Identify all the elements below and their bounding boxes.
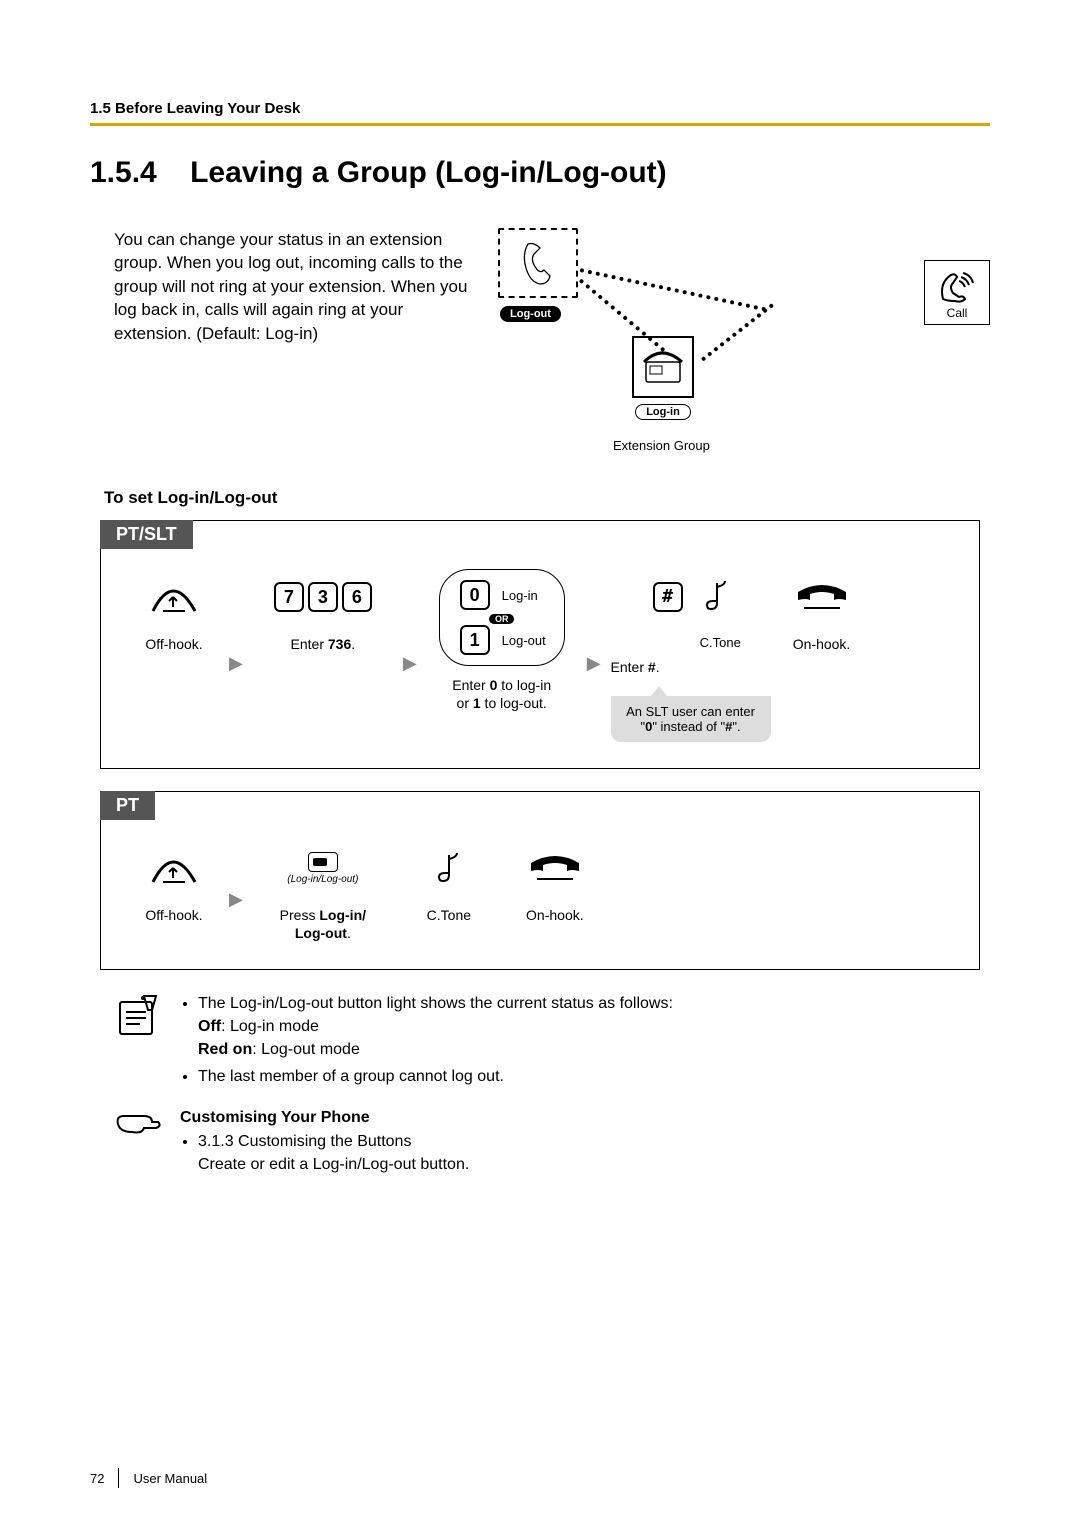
customise-block: Customising Your Phone 3.1.3 Customising…	[114, 1106, 990, 1180]
key-hash: #	[653, 582, 683, 612]
arrow-icon: ▶	[225, 889, 247, 910]
page-footer: 72 User Manual	[90, 1468, 207, 1488]
note-item: The last member of a group cannot log ou…	[198, 1065, 673, 1088]
onhook-icon	[777, 569, 867, 625]
ctone-label: C.Tone	[700, 635, 741, 650]
page-number: 72	[90, 1471, 104, 1486]
section-number: 1.5.4	[90, 156, 157, 189]
step-onhook-label: On-hook.	[505, 906, 605, 924]
step-enter736-label: Enter 736.	[253, 635, 393, 653]
concept-diagram: Log-out Call Log-in Extension Group	[498, 228, 990, 458]
logged-out-phone-icon	[498, 228, 578, 298]
onhook-icon	[505, 840, 605, 896]
ctone-label: C.Tone	[399, 906, 499, 924]
logout-label: Log-out	[500, 306, 561, 322]
slt-note: An SLT user can enter "0" instead of "#"…	[611, 696, 771, 742]
button-sublabel: (Log-in/Log-out)	[287, 874, 358, 885]
notes-block: The Log-in/Log-out button light shows th…	[114, 992, 990, 1093]
footer-label: User Manual	[133, 1471, 207, 1486]
hand-point-icon	[114, 1106, 162, 1154]
logged-in-phone-icon	[632, 336, 694, 398]
key-6: 6	[342, 582, 372, 612]
intro-paragraph: You can change your status in an extensi…	[114, 228, 474, 458]
key-7: 7	[274, 582, 304, 612]
flow-tab-ptslt: PT/SLT	[100, 520, 193, 549]
step-enterhash-label: Enter #.	[611, 658, 771, 676]
key-3: 3	[308, 582, 338, 612]
notepad-icon	[114, 992, 162, 1040]
ctone-icon	[703, 579, 731, 616]
call-label: Call	[929, 306, 985, 320]
or-label: OR	[489, 614, 515, 624]
ctone-icon	[399, 840, 499, 896]
offhook-icon	[129, 840, 219, 896]
step-onhook-label: On-hook.	[777, 635, 867, 653]
keypad-736: 7 3 6	[253, 569, 393, 625]
flow-pt: PT Off-hook. ▶ (Log-in/Log-out) Press Lo…	[100, 791, 980, 969]
note-item: The Log-in/Log-out button light shows th…	[198, 992, 673, 1062]
offhook-icon	[129, 569, 219, 625]
arrow-icon: ▶	[583, 653, 605, 674]
running-head: 1.5 Before Leaving Your Desk	[90, 100, 990, 117]
page-title: 1.5.4 Leaving a Group (Log-in/Log-out)	[90, 156, 990, 190]
customise-heading: Customising Your Phone	[180, 1106, 469, 1129]
step-press-label: Press Log-in/Log-out.	[253, 906, 393, 942]
header-rule	[90, 123, 990, 126]
extension-group-label: Extension Group	[613, 438, 710, 453]
login-label: Log-in	[635, 404, 691, 420]
step-offhook-label: Off-hook.	[129, 906, 219, 924]
step-offhook-label: Off-hook.	[129, 635, 219, 653]
incoming-call-box: Call	[924, 260, 990, 325]
flow-tab-pt: PT	[100, 791, 155, 820]
flow-ptslt: PT/SLT Off-hook. ▶ 7 3 6 Enter 736. ▶	[100, 520, 980, 769]
arrow-icon: ▶	[399, 653, 421, 674]
opt0-label: Log-in	[502, 588, 538, 603]
login-logout-button-icon	[308, 852, 338, 872]
customise-item: 3.1.3 Customising the Buttons Create or …	[198, 1130, 469, 1176]
opt1-label: Log-out	[502, 633, 546, 648]
key-1: 1	[460, 625, 490, 655]
subheading: To set Log-in/Log-out	[104, 488, 990, 508]
arrow-icon: ▶	[225, 653, 247, 674]
key-0: 0	[460, 580, 490, 610]
step-enter01-label: Enter 0 to log-in or 1 to log-out.	[427, 676, 577, 712]
option-bubble: 0 Log-in OR 1 Log-out	[439, 569, 565, 666]
section-text: Leaving a Group (Log-in/Log-out)	[190, 156, 667, 189]
